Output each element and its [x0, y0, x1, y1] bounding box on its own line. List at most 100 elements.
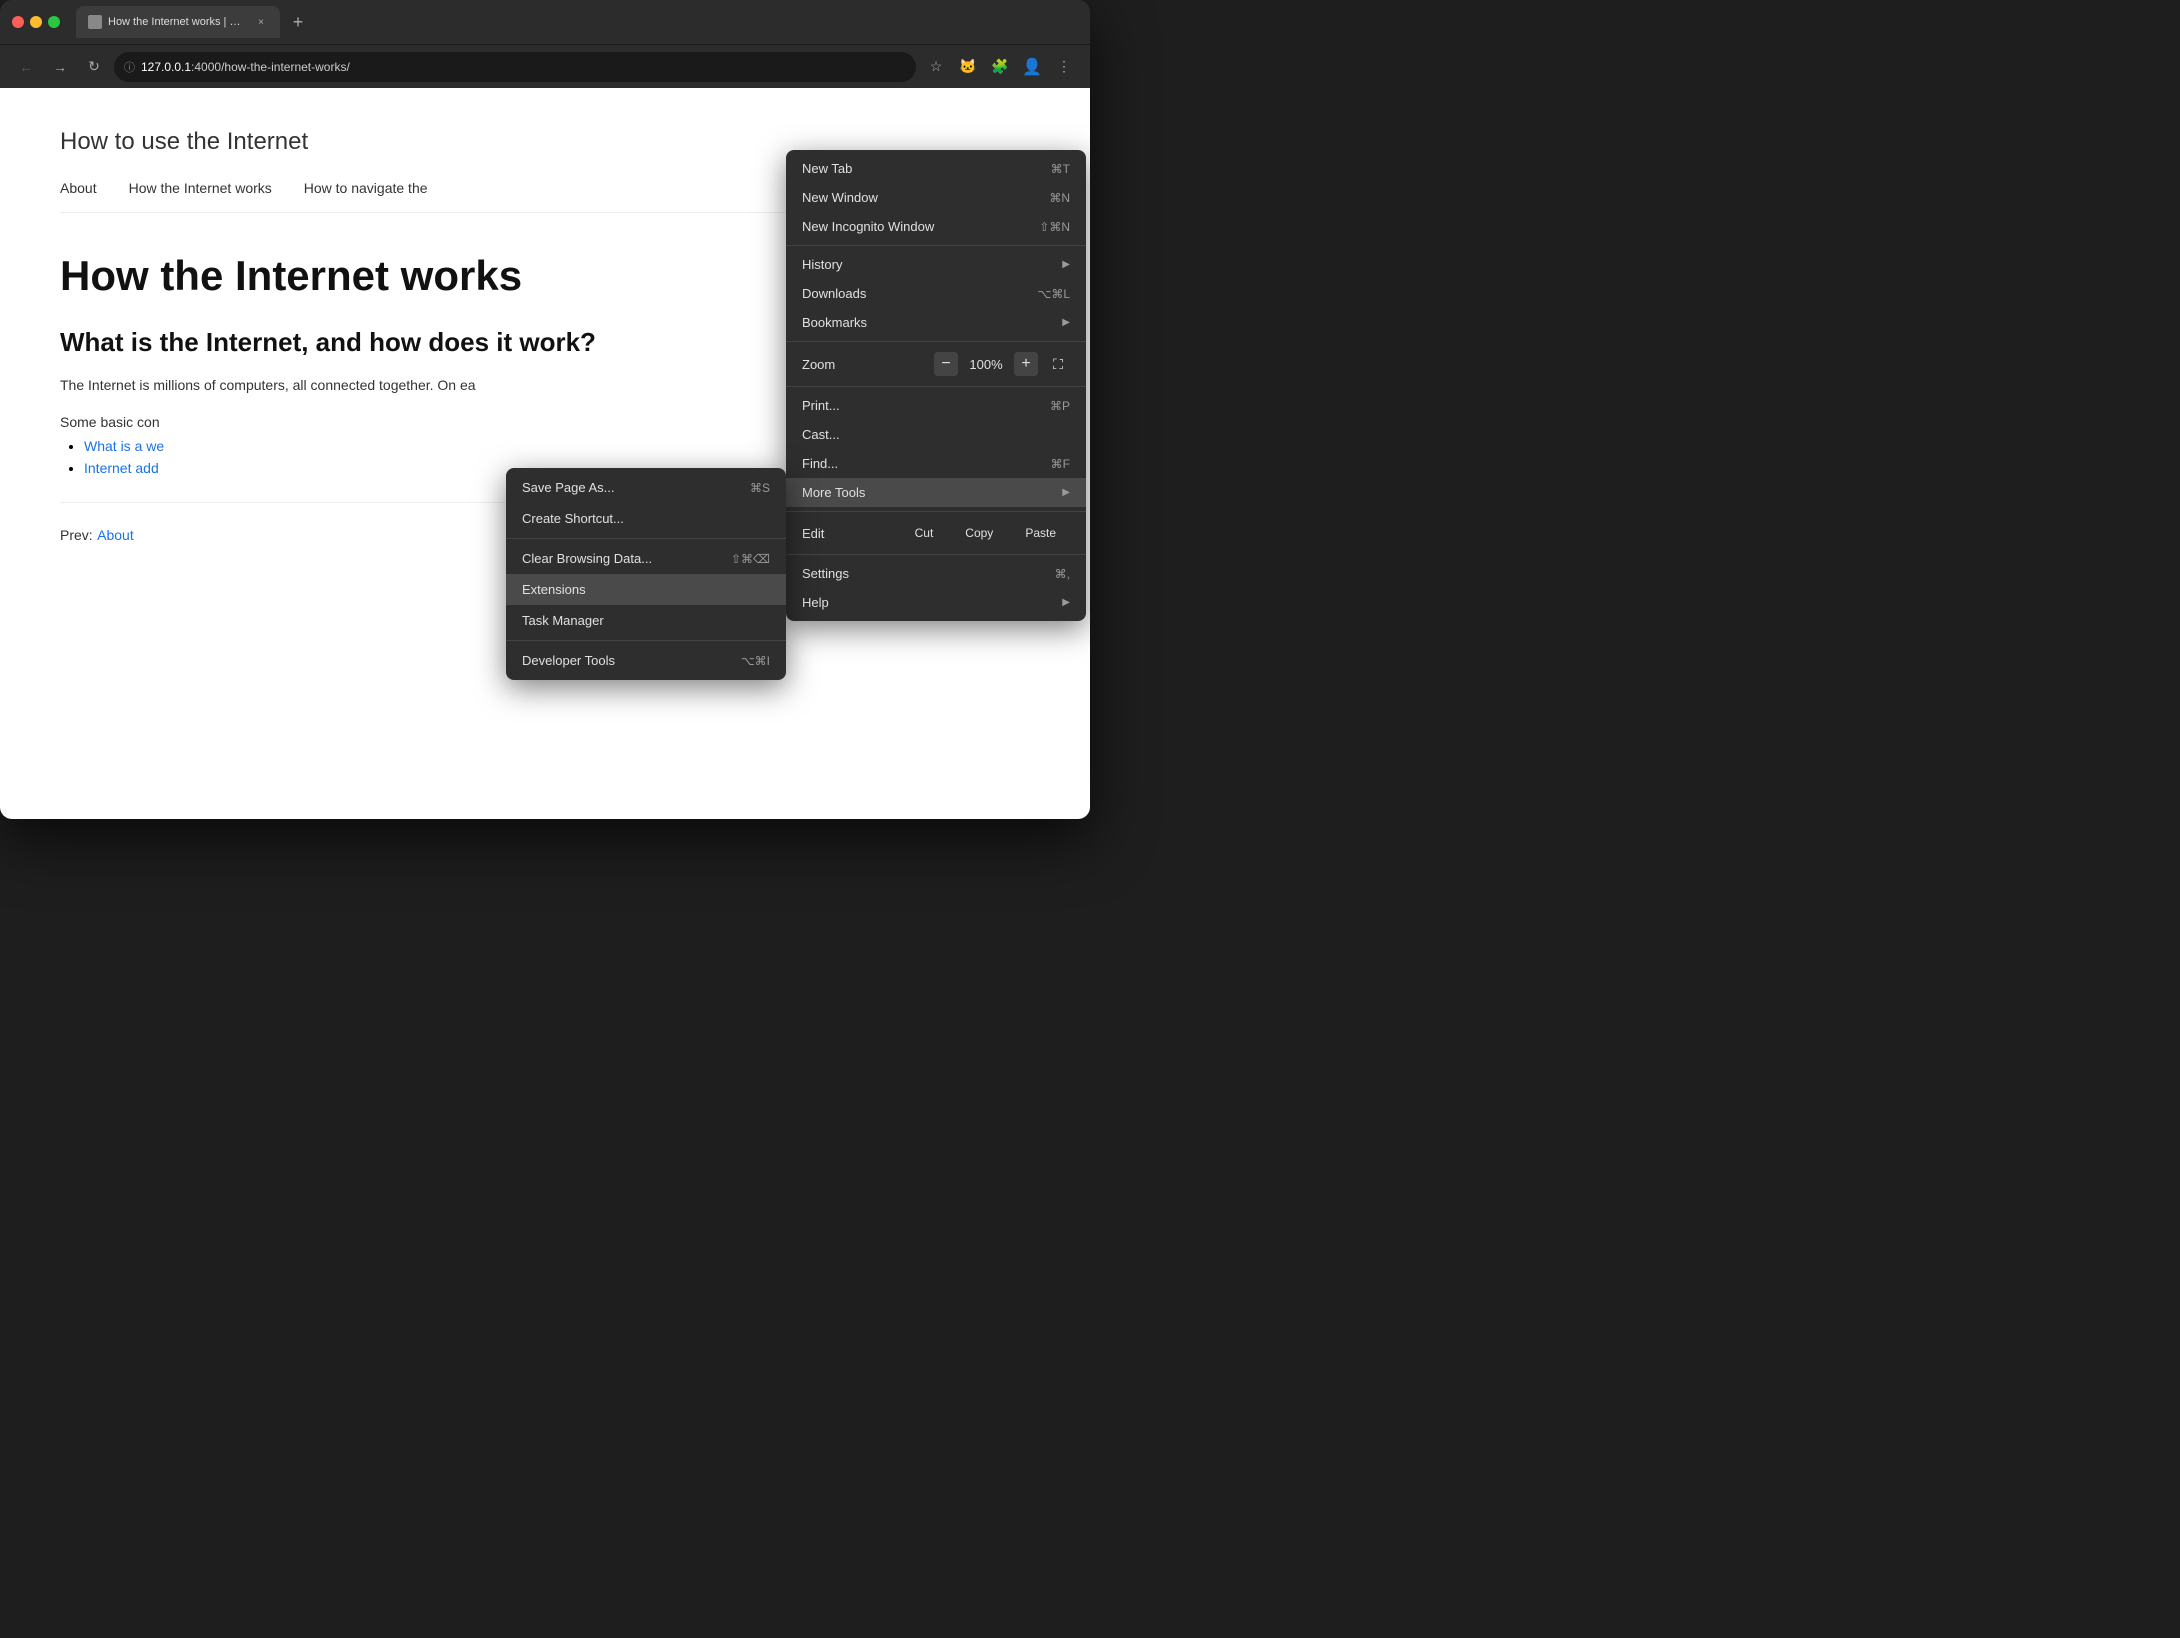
menu-divider-1	[786, 245, 1086, 246]
cat-extension-button[interactable]: 🐱	[954, 53, 982, 81]
zoom-label: Zoom	[802, 357, 934, 372]
menu-item-settings[interactable]: Settings ⌘,	[786, 559, 1086, 588]
nav-how-internet[interactable]: How the Internet works	[129, 180, 272, 196]
tab-title: How the Internet works | How t	[108, 16, 248, 28]
tab-close-button[interactable]: ×	[254, 15, 268, 29]
forward-icon: →	[53, 59, 67, 75]
bookmarks-arrow-icon: ▶	[1062, 317, 1070, 328]
menu-item-new-window[interactable]: New Window ⌘N	[786, 183, 1086, 212]
menu-label-help: Help	[802, 595, 1054, 610]
sub-menu-item-extensions[interactable]: Extensions	[506, 574, 786, 605]
menu-item-cast[interactable]: Cast...	[786, 420, 1086, 449]
menu-label-cast: Cast...	[802, 427, 1070, 442]
sub-menu-label-clear-browsing: Clear Browsing Data...	[522, 551, 715, 566]
sub-menu-label-create-shortcut: Create Shortcut...	[522, 511, 770, 526]
maximize-button[interactable]	[48, 16, 60, 28]
sub-menu-item-task-manager[interactable]: Task Manager	[506, 605, 786, 636]
more-icon: ⋮	[1057, 58, 1071, 75]
prev-nav: Prev: About	[60, 527, 134, 545]
menu-shortcut-print: ⌘P	[1050, 399, 1070, 413]
cut-button[interactable]: Cut	[901, 522, 948, 544]
traffic-lights	[12, 16, 60, 28]
back-icon: ←	[19, 59, 33, 75]
menu-item-edit: Edit Cut Copy Paste	[786, 516, 1086, 550]
minimize-button[interactable]	[30, 16, 42, 28]
sub-menu-label-extensions: Extensions	[522, 582, 770, 597]
sub-menu-shortcut-save-page: ⌘S	[750, 481, 770, 495]
menu-divider-2	[786, 341, 1086, 342]
menu-shortcut-new-window: ⌘N	[1049, 191, 1070, 205]
sub-menu-label-save-page: Save Page As...	[522, 480, 734, 495]
link-what-is-website[interactable]: What is a we	[84, 438, 164, 454]
page-content: How to use the Internet About How the In…	[0, 88, 1090, 819]
browser-window: How the Internet works | How t × + ← → ↻…	[0, 0, 1090, 819]
sub-menu-label-task-manager: Task Manager	[522, 613, 770, 628]
tab-favicon	[88, 15, 102, 29]
edit-actions: Cut Copy Paste	[901, 522, 1070, 544]
menu-shortcut-downloads: ⌥⌘L	[1037, 287, 1070, 301]
more-tools-arrow-icon: ▶	[1062, 487, 1070, 498]
sub-menu-label-developer-tools: Developer Tools	[522, 653, 725, 668]
zoom-in-button[interactable]: +	[1014, 352, 1038, 376]
toolbar-actions: ☆ 🐱 🧩 👤 ⋮	[922, 53, 1078, 81]
url-host: 127.0.0.1	[141, 60, 191, 74]
sub-menu-item-save-page[interactable]: Save Page As... ⌘S	[506, 472, 786, 503]
history-arrow-icon: ▶	[1062, 259, 1070, 270]
bookmark-star-button[interactable]: ☆	[922, 53, 950, 81]
menu-item-print[interactable]: Print... ⌘P	[786, 391, 1086, 420]
zoom-controls: − 100% + ⛶	[934, 352, 1070, 376]
sub-menu-divider-2	[506, 640, 786, 641]
prev-link[interactable]: About	[97, 527, 134, 543]
nav-about[interactable]: About	[60, 180, 97, 196]
menu-label-bookmarks: Bookmarks	[802, 315, 1054, 330]
url-path: :4000/how-the-internet-works/	[191, 60, 350, 74]
sub-menu-item-developer-tools[interactable]: Developer Tools ⌥⌘I	[506, 645, 786, 676]
menu-shortcut-new-incognito: ⇧⌘N	[1039, 220, 1070, 234]
menu-button[interactable]: ⋮	[1050, 53, 1078, 81]
menu-item-bookmarks[interactable]: Bookmarks ▶	[786, 308, 1086, 337]
menu-divider-3	[786, 386, 1086, 387]
sub-menu-shortcut-clear-browsing: ⇧⌘⌫	[731, 552, 770, 566]
prev-label: Prev:	[60, 527, 93, 543]
reload-button[interactable]: ↻	[80, 53, 108, 81]
secure-icon: ⓘ	[124, 59, 135, 75]
close-button[interactable]	[12, 16, 24, 28]
menu-label-new-tab: New Tab	[802, 161, 1035, 176]
menu-item-find[interactable]: Find... ⌘F	[786, 449, 1086, 478]
zoom-value: 100%	[966, 357, 1006, 372]
menu-item-zoom: Zoom − 100% + ⛶	[786, 346, 1086, 382]
profile-button[interactable]: 👤	[1018, 53, 1046, 81]
toolbar: ← → ↻ ⓘ 127.0.0.1:4000/how-the-internet-…	[0, 44, 1090, 88]
menu-item-new-incognito[interactable]: New Incognito Window ⇧⌘N	[786, 212, 1086, 241]
menu-item-new-tab[interactable]: New Tab ⌘T	[786, 154, 1086, 183]
menu-shortcut-find: ⌘F	[1051, 457, 1070, 471]
back-button[interactable]: ←	[12, 53, 40, 81]
link-internet-address[interactable]: Internet add	[84, 460, 159, 476]
sub-menu-divider-1	[506, 538, 786, 539]
new-tab-button[interactable]: +	[284, 8, 312, 36]
menu-item-help[interactable]: Help ▶	[786, 588, 1086, 617]
paste-button[interactable]: Paste	[1011, 522, 1070, 544]
help-arrow-icon: ▶	[1062, 597, 1070, 608]
copy-button[interactable]: Copy	[951, 522, 1007, 544]
nav-navigate[interactable]: How to navigate the	[304, 180, 428, 196]
extensions-button[interactable]: 🧩	[986, 53, 1014, 81]
active-tab[interactable]: How the Internet works | How t ×	[76, 6, 280, 38]
menu-label-find: Find...	[802, 456, 1035, 471]
sub-menu-item-create-shortcut[interactable]: Create Shortcut...	[506, 503, 786, 534]
edit-label: Edit	[802, 526, 901, 541]
main-context-menu: New Tab ⌘T New Window ⌘N New Incognito W…	[786, 150, 1086, 621]
menu-item-history[interactable]: History ▶	[786, 250, 1086, 279]
address-bar[interactable]: ⓘ 127.0.0.1:4000/how-the-internet-works/	[114, 52, 916, 82]
forward-button[interactable]: →	[46, 53, 74, 81]
menu-label-new-incognito: New Incognito Window	[802, 219, 1023, 234]
sub-context-menu: Save Page As... ⌘S Create Shortcut... Cl…	[506, 468, 786, 680]
menu-item-downloads[interactable]: Downloads ⌥⌘L	[786, 279, 1086, 308]
reload-icon: ↻	[88, 58, 100, 75]
menu-label-downloads: Downloads	[802, 286, 1021, 301]
zoom-fullscreen-button[interactable]: ⛶	[1046, 352, 1070, 376]
star-icon: ☆	[930, 58, 943, 75]
menu-item-more-tools[interactable]: More Tools ▶	[786, 478, 1086, 507]
zoom-out-button[interactable]: −	[934, 352, 958, 376]
sub-menu-item-clear-browsing[interactable]: Clear Browsing Data... ⇧⌘⌫	[506, 543, 786, 574]
